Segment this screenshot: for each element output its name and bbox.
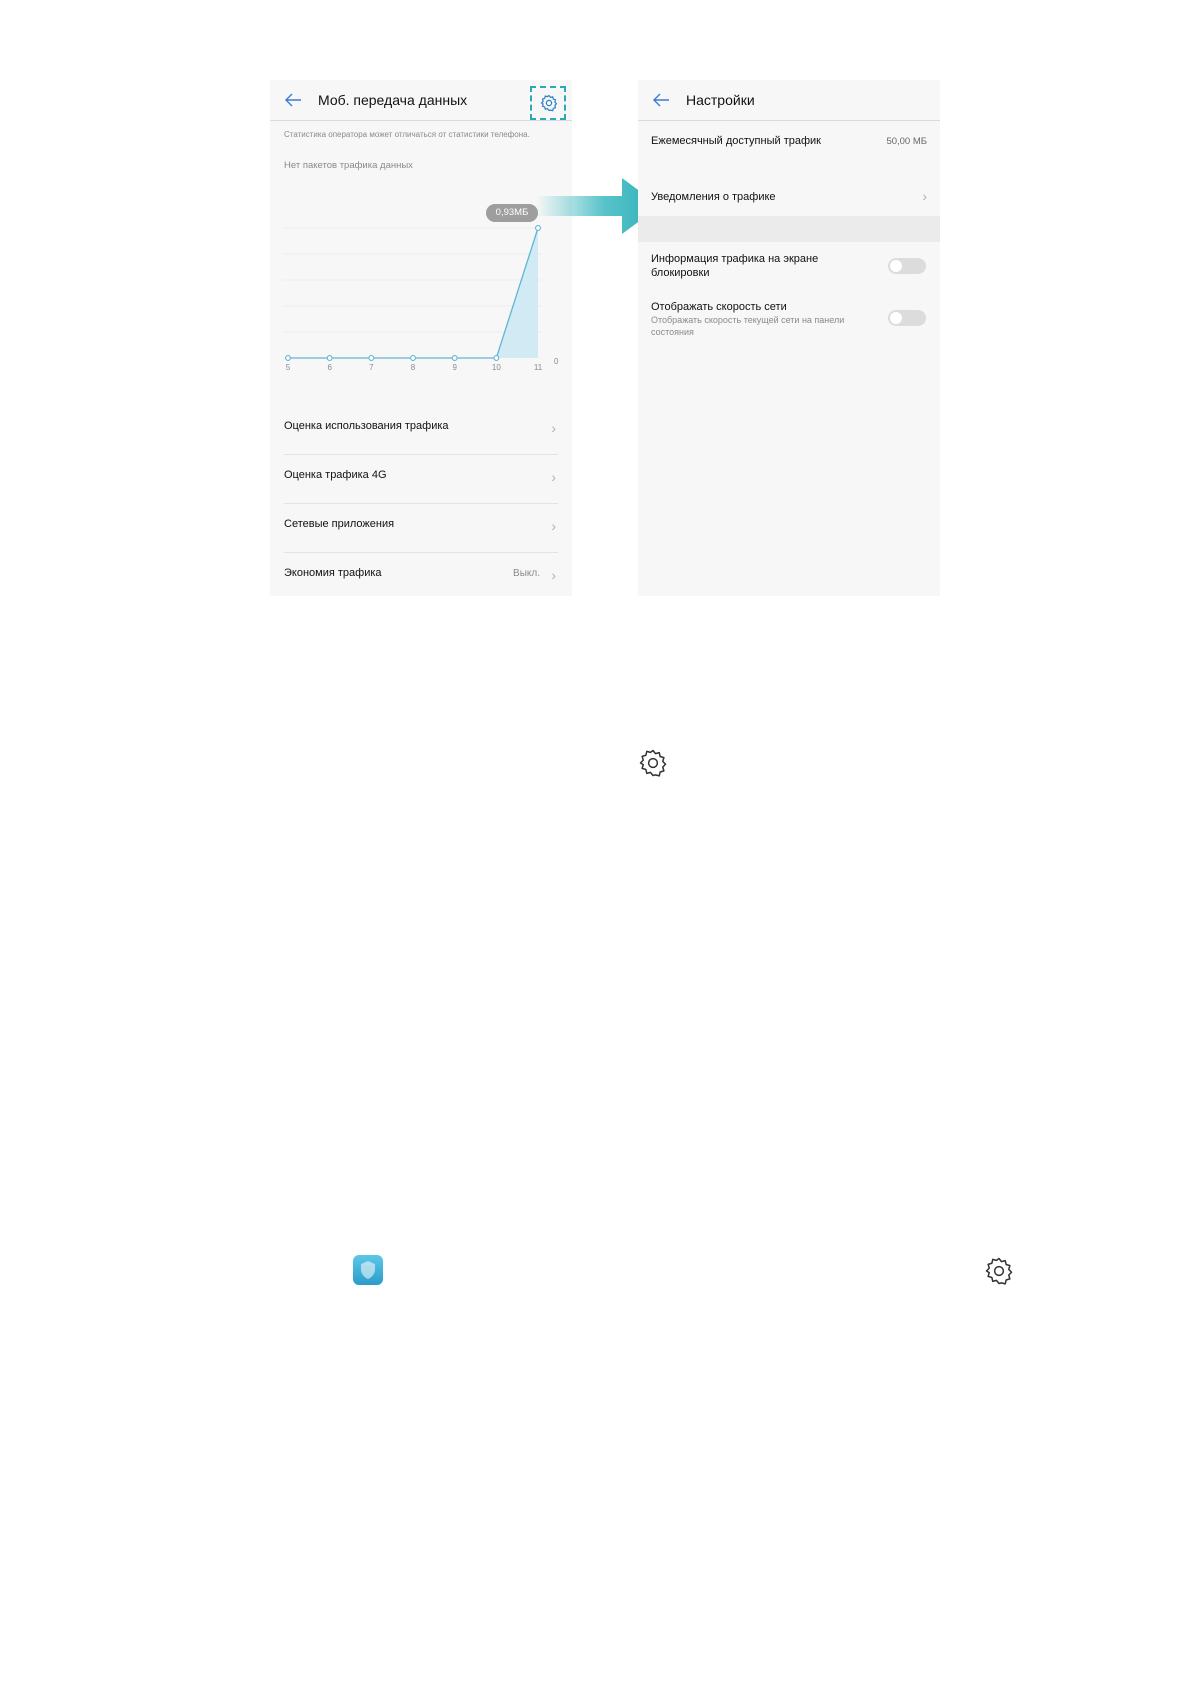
- page-title: Моб. передача данных: [318, 92, 468, 108]
- data-saver-status: Выкл.: [513, 568, 540, 579]
- y-tick-label: 0: [554, 357, 559, 366]
- series-line: [288, 227, 539, 359]
- x-tick-label: 11: [534, 363, 543, 372]
- data-point: [493, 355, 500, 361]
- settings-button[interactable]: [530, 86, 566, 120]
- lockscreen-traffic-toggle[interactable]: [888, 258, 926, 274]
- data-point: [451, 355, 458, 361]
- chevron-right-icon: ›: [551, 567, 556, 583]
- section-divider: [638, 216, 940, 242]
- phone-manager-icon: [353, 1255, 383, 1285]
- list-item-label: Сетевые приложения: [284, 518, 395, 530]
- peak-value-badge: 0,93МБ: [486, 204, 538, 222]
- series-area: [288, 228, 538, 358]
- data-point: [368, 355, 375, 361]
- page-title: Настройки: [686, 92, 755, 108]
- list-item-4g-estimate[interactable]: Оценка трафика 4G ›: [284, 455, 558, 504]
- x-tick-label: 10: [492, 363, 501, 372]
- list-item-label: Оценка использования трафика: [284, 420, 449, 432]
- gear-icon: [985, 1257, 1013, 1285]
- data-point: [285, 355, 291, 361]
- back-arrow-icon[interactable]: [284, 92, 302, 108]
- list-item-label: Экономия трафика: [284, 567, 382, 579]
- network-speed-toggle[interactable]: [888, 310, 926, 326]
- x-tick-label: 6: [327, 363, 332, 372]
- no-packages-label: Нет пакетов трафика данных: [284, 160, 413, 171]
- traffic-notifications-row[interactable]: Уведомления о трафике ›: [651, 188, 929, 210]
- x-tick-label: 5: [286, 363, 291, 372]
- network-speed-label: Отображать скорость сети: [651, 301, 787, 313]
- chevron-right-icon: ›: [551, 469, 556, 485]
- chevron-right-icon: ›: [922, 188, 927, 204]
- data-point: [326, 355, 333, 361]
- list-item-data-saver[interactable]: Экономия трафика Выкл. ›: [284, 553, 558, 596]
- app-bar: Моб. передача данных: [270, 80, 572, 121]
- lockscreen-traffic-label: Информация трафика на экране блокировки: [651, 253, 819, 279]
- monthly-traffic-row[interactable]: Ежемесячный доступный трафик 50,00 МБ: [651, 134, 929, 170]
- x-tick-label: 8: [411, 363, 416, 372]
- data-point: [410, 355, 416, 361]
- traffic-settings-screen: Настройки Ежемесячный доступный трафик 5…: [638, 80, 940, 596]
- app-bar: Настройки: [638, 80, 940, 121]
- chevron-right-icon: ›: [551, 420, 556, 436]
- monthly-traffic-value: 50,00 МБ: [886, 136, 927, 147]
- monthly-traffic-label: Ежемесячный доступный трафик: [651, 135, 821, 147]
- chevron-right-icon: ›: [551, 518, 556, 534]
- gear-icon: [540, 94, 558, 112]
- data-usage-chart: 5 6 7 8 9 10 11 0: [282, 225, 559, 372]
- operator-note: Статистика оператора может отличаться от…: [284, 130, 530, 139]
- network-speed-sublabel: Отображать скорость текущей сети на пане…: [651, 315, 845, 337]
- traffic-notifications-label: Уведомления о трафике: [651, 191, 776, 203]
- mobile-data-screen: Моб. передача данных Статистика оператор…: [270, 80, 572, 596]
- list-item-network-apps[interactable]: Сетевые приложения ›: [284, 504, 558, 553]
- x-tick-label: 9: [452, 363, 457, 372]
- list-item-usage-estimate[interactable]: Оценка использования трафика ›: [284, 406, 558, 455]
- x-tick-label: 7: [369, 363, 374, 372]
- gear-icon: [639, 749, 667, 777]
- list-item-label: Оценка трафика 4G: [284, 469, 387, 481]
- back-arrow-icon[interactable]: [652, 92, 670, 108]
